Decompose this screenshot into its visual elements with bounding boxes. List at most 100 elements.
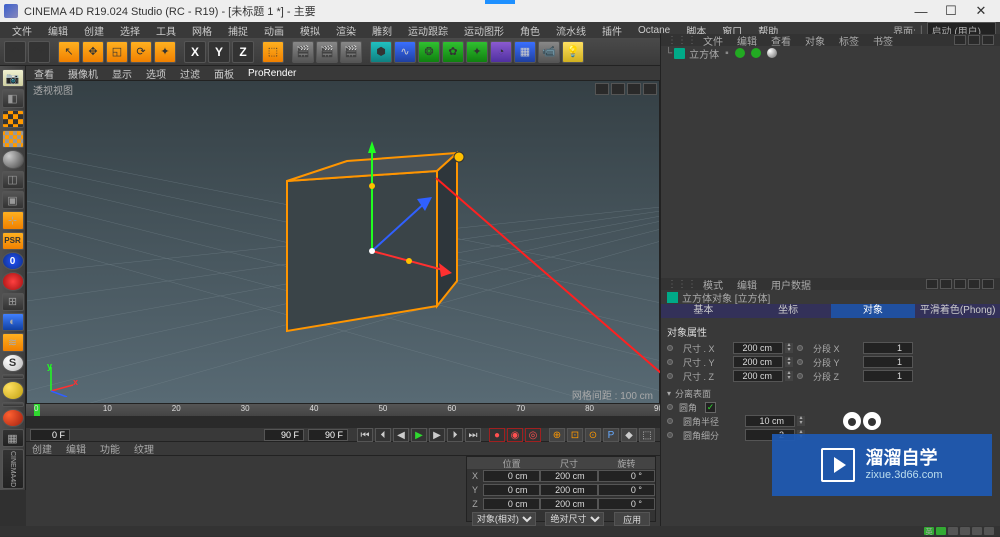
attr-lock-icon[interactable] xyxy=(968,279,980,289)
ime-indicator[interactable]: 英 xyxy=(924,527,934,535)
coord-Y-pos[interactable] xyxy=(483,484,540,496)
camera-icon[interactable]: 📷 xyxy=(2,69,24,87)
timeline-ruler[interactable]: 0102030405060708090 xyxy=(26,404,660,416)
seg-y-input[interactable] xyxy=(863,356,913,368)
coord-H-rot[interactable] xyxy=(598,470,655,482)
prev-key-button[interactable]: ⏴ xyxy=(375,428,391,442)
goto-start-button[interactable]: ⏮ xyxy=(357,428,373,442)
minimize-button[interactable]: ― xyxy=(906,0,936,22)
menu-创建[interactable]: 创建 xyxy=(76,23,112,38)
render-settings-button[interactable]: 🎬 xyxy=(340,41,362,63)
om-eye-icon[interactable] xyxy=(968,35,980,45)
menu-文件[interactable]: 文件 xyxy=(4,23,40,38)
size-y-input[interactable] xyxy=(733,356,783,368)
vp-tab-prorender[interactable]: ProRender xyxy=(248,68,296,79)
light-button[interactable]: 📹 xyxy=(538,41,560,63)
coord-system-button[interactable]: ⬚ xyxy=(262,41,284,63)
status-icon[interactable] xyxy=(960,527,970,535)
next-key-button[interactable]: ⏵ xyxy=(447,428,463,442)
pla-key-button[interactable]: ◆ xyxy=(621,428,637,442)
camera-button[interactable]: ▦ xyxy=(514,41,536,63)
end-frame-input[interactable] xyxy=(264,429,304,441)
vp-tab-filter[interactable]: 过滤 xyxy=(180,66,200,81)
rot-key-button[interactable]: ⊙ xyxy=(585,428,601,442)
lock-x-button[interactable]: X xyxy=(184,41,206,63)
menu-模拟[interactable]: 模拟 xyxy=(292,23,328,38)
coord-B-rot[interactable] xyxy=(598,498,655,510)
seg-x-input[interactable] xyxy=(863,342,913,354)
model-mode-button[interactable]: ◧ xyxy=(2,89,24,107)
scale-tool-button[interactable]: ◱ xyxy=(106,41,128,63)
cur-end-input[interactable] xyxy=(308,429,348,441)
next-frame-button[interactable]: ▶ xyxy=(429,428,445,442)
move-tool-button[interactable]: ✥ xyxy=(82,41,104,63)
psr-button[interactable]: PSR xyxy=(2,232,24,250)
size-z-input[interactable] xyxy=(733,370,783,382)
lightbulb-button[interactable]: 💡 xyxy=(562,41,584,63)
rotate-tool-button[interactable]: ⟳ xyxy=(130,41,152,63)
environment-button[interactable]: ◔ xyxy=(490,41,512,63)
attr-popout-icon[interactable] xyxy=(982,279,994,289)
rs-button[interactable] xyxy=(2,409,24,427)
fillet-radius-input[interactable] xyxy=(745,415,795,427)
point-mode-button[interactable] xyxy=(2,150,24,168)
redo-button[interactable]: ↷ xyxy=(28,41,50,63)
matmgr-tab-func[interactable]: 功能 xyxy=(100,441,120,456)
mograph-button[interactable]: ✿ xyxy=(442,41,464,63)
coord-Z-size[interactable] xyxy=(540,498,597,510)
coord-P-rot[interactable] xyxy=(598,484,655,496)
om-search-icon[interactable] xyxy=(954,35,966,45)
menu-工具[interactable]: 工具 xyxy=(148,23,184,38)
object-tree[interactable]: └ 立方体 ▪ xyxy=(661,46,1000,278)
last-tool-button[interactable]: ✦ xyxy=(154,41,176,63)
tree-item-label[interactable]: 立方体 xyxy=(689,46,719,61)
attr-subtab-basic[interactable]: 基本 xyxy=(661,304,746,318)
viewport-perspective[interactable]: 透视视图 xyxy=(26,80,660,404)
status-icon[interactable] xyxy=(936,527,946,535)
lock-y-button[interactable]: Y xyxy=(208,41,230,63)
workplane-button[interactable]: ⊞ xyxy=(2,293,24,311)
vp-tab-camera[interactable]: 摄像机 xyxy=(68,66,98,81)
close-button[interactable]: ✕ xyxy=(966,0,996,22)
menu-选择[interactable]: 选择 xyxy=(112,23,148,38)
lock-z-button[interactable]: Z xyxy=(232,41,254,63)
visibility-render-toggle[interactable] xyxy=(751,48,761,58)
coord-apply-button[interactable]: 应用 xyxy=(614,512,650,526)
grid-button[interactable]: ▦ xyxy=(2,429,24,447)
render-region-button[interactable]: 🎬 xyxy=(316,41,338,63)
status-icon[interactable] xyxy=(972,527,982,535)
prev-frame-button[interactable]: ◀ xyxy=(393,428,409,442)
select-tool-button[interactable]: ↖ xyxy=(58,41,80,63)
coord-X-pos[interactable] xyxy=(483,470,540,482)
scale-key-button[interactable]: ⊡ xyxy=(567,428,583,442)
timeline-track[interactable] xyxy=(26,416,660,428)
om-popout-icon[interactable] xyxy=(982,35,994,45)
attr-up-icon[interactable] xyxy=(954,279,966,289)
vp-tab-options[interactable]: 选项 xyxy=(146,66,166,81)
vp-tab-display[interactable]: 显示 xyxy=(112,66,132,81)
maximize-button[interactable]: ☐ xyxy=(936,0,966,22)
menu-运动跟踪[interactable]: 运动跟踪 xyxy=(400,23,456,38)
menu-渲染[interactable]: 渲染 xyxy=(328,23,364,38)
menu-网格[interactable]: 网格 xyxy=(184,23,220,38)
status-icon[interactable] xyxy=(984,527,994,535)
coord-Y-size[interactable] xyxy=(540,484,597,496)
coord-Z-pos[interactable] xyxy=(483,498,540,510)
menu-运动图形[interactable]: 运动图形 xyxy=(456,23,512,38)
cube-primitive-button[interactable]: ⬢ xyxy=(370,41,392,63)
spline-key-button[interactable]: ⬚ xyxy=(639,428,655,442)
attr-subtab-coord[interactable]: 坐标 xyxy=(746,304,831,318)
menu-捕捉[interactable]: 捕捉 xyxy=(220,23,256,38)
matmgr-tab-edit[interactable]: 编辑 xyxy=(66,441,86,456)
coord-size-select[interactable]: 绝对尺寸 xyxy=(545,512,604,526)
pos-key-button[interactable]: ⊕ xyxy=(549,428,565,442)
menu-动画[interactable]: 动画 xyxy=(256,23,292,38)
record-key-button[interactable]: ● xyxy=(489,428,505,442)
texture-mode-button[interactable] xyxy=(2,110,24,128)
vp-tab-panel[interactable]: 面板 xyxy=(214,66,234,81)
matmgr-tab-create[interactable]: 创建 xyxy=(32,441,52,456)
snap-button[interactable]: ◐ xyxy=(2,313,24,331)
fillet-checkbox[interactable]: ✓ xyxy=(705,402,716,413)
status-icon[interactable] xyxy=(948,527,958,535)
soft-select-button[interactable]: ≋ xyxy=(2,333,24,351)
